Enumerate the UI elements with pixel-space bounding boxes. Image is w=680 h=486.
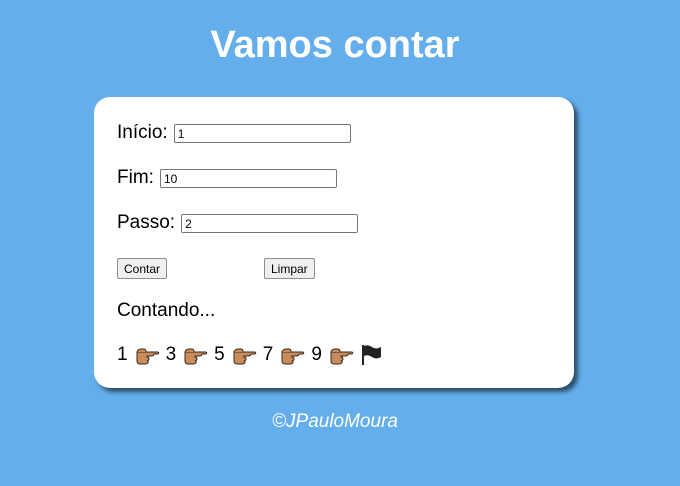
pointing-hand-icon: [231, 344, 257, 366]
pointing-hand-icon: [328, 344, 354, 366]
footer-credit: ©JPauloMoura: [272, 411, 398, 432]
count-result: 1 3 5 7 9: [117, 342, 382, 368]
pointing-hand-icon: [182, 344, 208, 366]
count-number: 7: [262, 344, 274, 365]
count-number: 5: [214, 344, 225, 365]
contar-button[interactable]: Contar: [117, 258, 168, 279]
fim-input[interactable]: [159, 168, 337, 188]
passo-label: Passo:: [117, 212, 176, 233]
fim-label: Fim:: [117, 167, 154, 188]
count-number: 3: [165, 344, 177, 365]
inicio-input[interactable]: [173, 123, 351, 143]
passo-input[interactable]: [181, 213, 359, 233]
pointing-hand-icon: [134, 344, 160, 366]
count-number: 1: [117, 344, 128, 365]
status-text: Contando...: [117, 300, 216, 321]
fim-row: Fim:: [117, 166, 337, 190]
pointing-hand-icon: [279, 344, 305, 366]
count-number: 9: [311, 344, 322, 365]
inicio-label: Início:: [117, 122, 168, 143]
limpar-button[interactable]: Limpar: [264, 258, 315, 279]
counter-card: Início: Fim: Passo: Contar Limpar Contan…: [94, 97, 574, 388]
inicio-row: Início:: [117, 121, 351, 145]
page-title: Vamos contar: [210, 24, 460, 66]
black-flag-icon: [360, 344, 382, 366]
passo-row: Passo:: [117, 211, 359, 235]
